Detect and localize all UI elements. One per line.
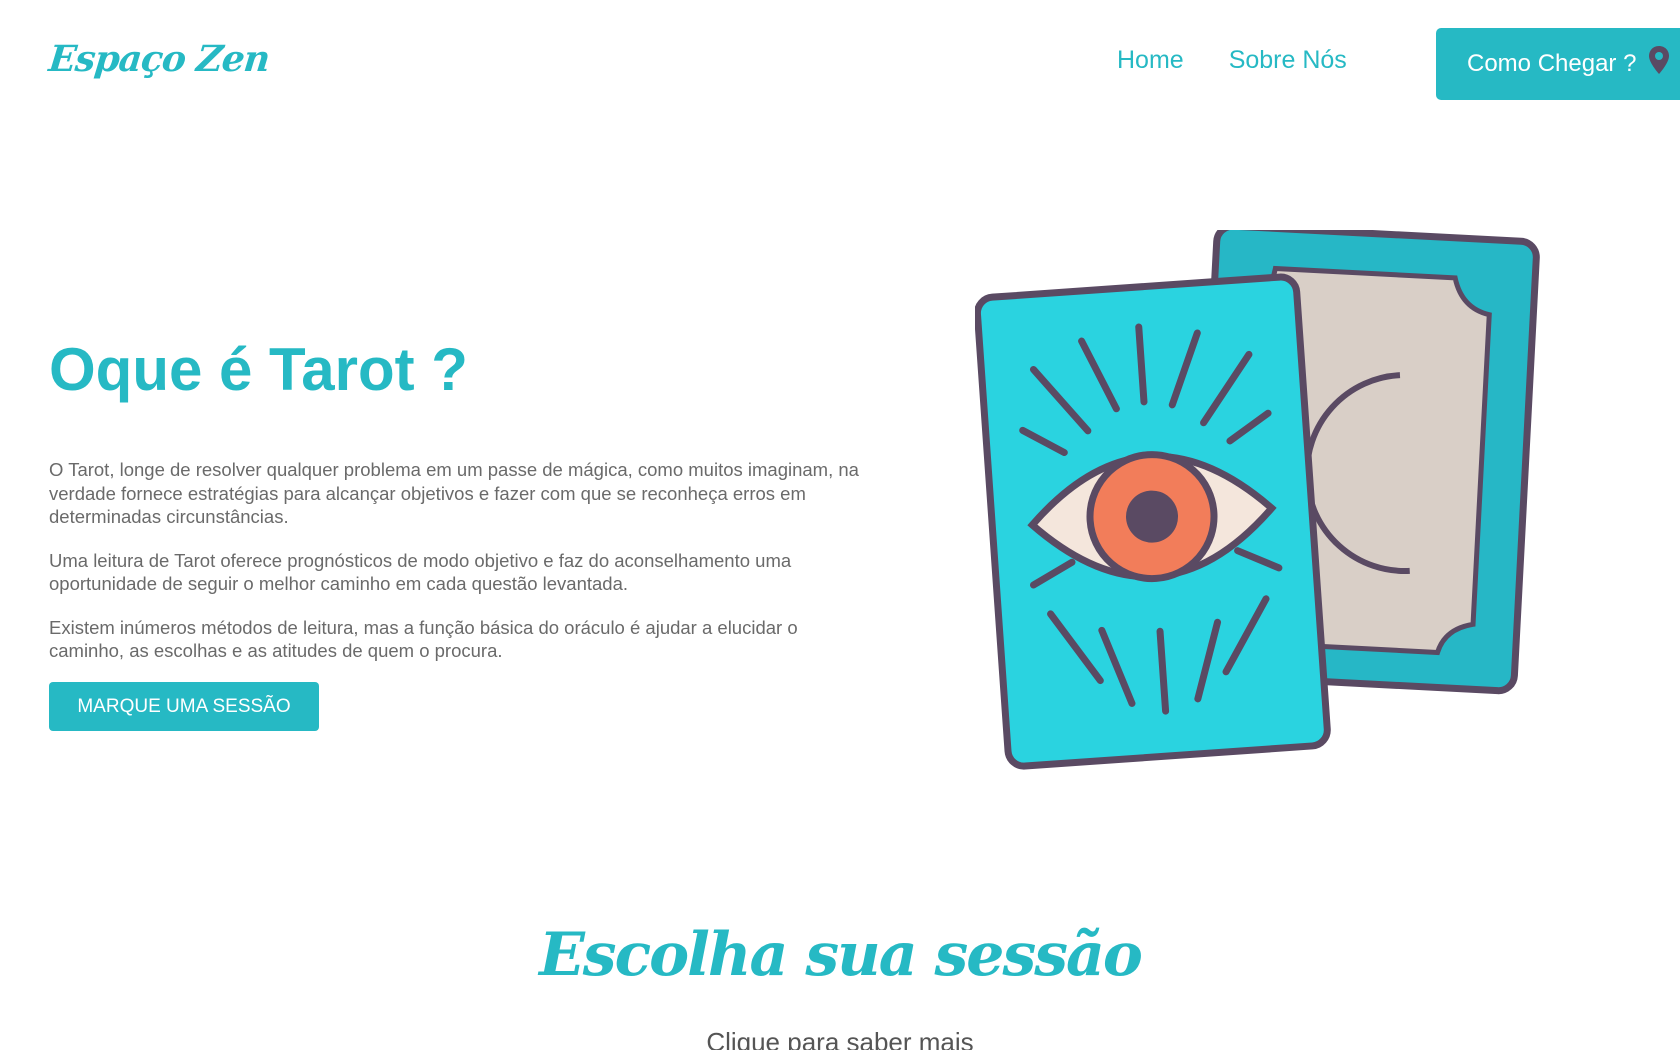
tarot-cards-illustration xyxy=(975,230,1540,770)
hero-description: O Tarot, longe de resolver qualquer prob… xyxy=(49,458,869,683)
nav-sobre-nos[interactable]: Sobre Nós xyxy=(1229,46,1347,75)
sessions-subtitle: Clique para saber mais xyxy=(706,1027,974,1050)
eye-card xyxy=(975,273,1331,770)
nav-home[interactable]: Home xyxy=(1117,46,1184,75)
map-pin-icon xyxy=(1648,45,1670,75)
sessions-title: Escolha sua sessão xyxy=(539,920,1143,990)
hero-paragraph-2: Uma leitura de Tarot oferece prognóstico… xyxy=(49,549,792,595)
hero-paragraph-1: O Tarot, longe de resolver qualquer prob… xyxy=(49,459,859,527)
logo[interactable]: Espaço Zen xyxy=(47,38,271,80)
page: Espaço Zen Home Sobre Nós Como Chegar ? … xyxy=(0,0,1680,1050)
como-chegar-button[interactable]: Como Chegar ? xyxy=(1436,28,1680,100)
hero-paragraph-3: Existem inúmeros métodos de leitura, mas… xyxy=(49,616,798,662)
hero-title: Oque é Tarot ? xyxy=(49,336,468,403)
book-session-button[interactable]: MARQUE UMA SESSÃO xyxy=(49,682,319,731)
como-chegar-label: Como Chegar ? xyxy=(1467,50,1637,77)
main-nav: Home Sobre Nós xyxy=(1117,46,1347,75)
